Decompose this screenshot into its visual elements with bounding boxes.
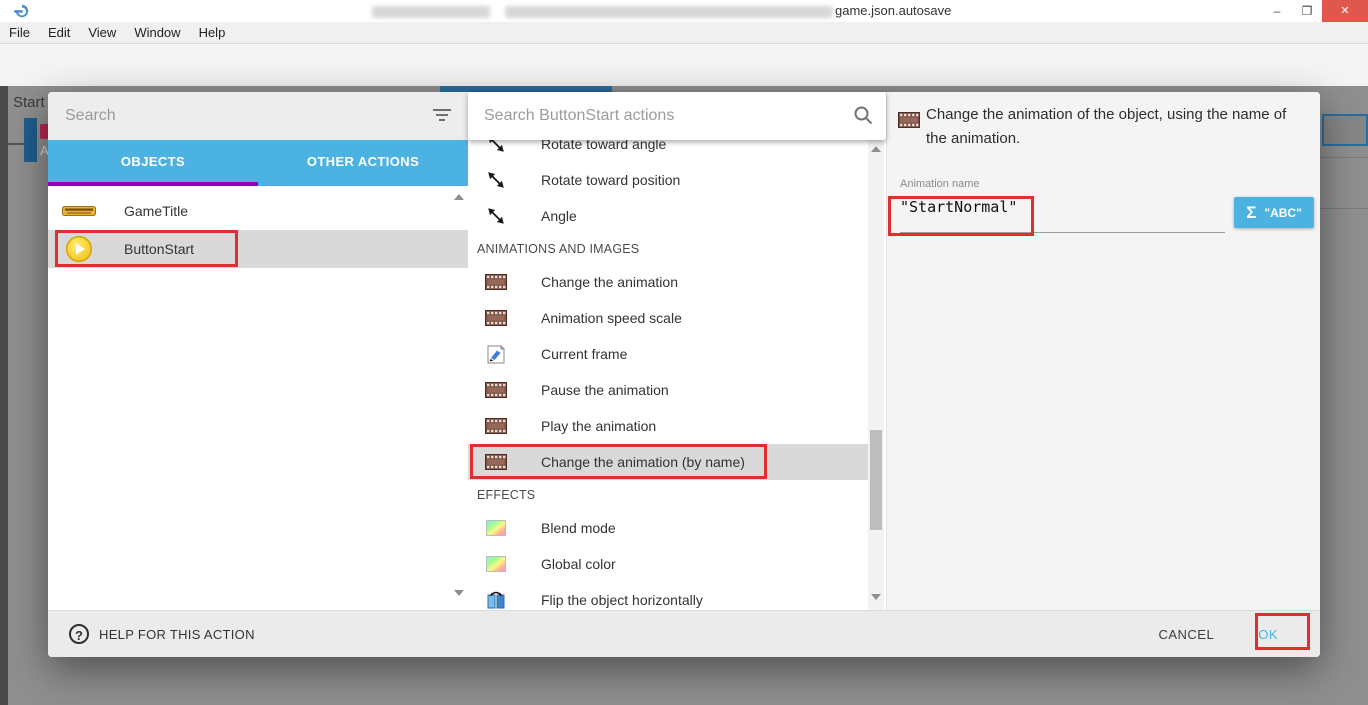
action-label: Blend mode <box>541 520 616 536</box>
action-section-header: EFFECTS <box>468 480 868 510</box>
rotate-arrow-icon <box>483 205 509 227</box>
menu-bar: File Edit View Window Help <box>0 22 1368 44</box>
action-editor-dialog: OBJECTS OTHER ACTIONS GameTitle ButtonSt… <box>48 92 1320 657</box>
animation-name-label: Animation name <box>900 178 980 190</box>
restore-button[interactable]: ❐ <box>1292 0 1322 22</box>
application-window: game.json.autosave – ❐ ✕ File Edit View … <box>0 0 1368 705</box>
object-list-item[interactable]: GameTitle <box>48 192 468 230</box>
section-label: ANIMATIONS AND IMAGES <box>477 242 639 256</box>
main-toolbar <box>0 44 1368 86</box>
title-bar: game.json.autosave – ❐ ✕ <box>0 0 1368 22</box>
action-list-item[interactable]: Blend mode <box>468 510 868 546</box>
action-label: Rotate toward position <box>541 172 680 188</box>
action-list-item[interactable]: Current frame <box>468 336 868 372</box>
action-list-item[interactable]: Play the animation <box>468 408 868 444</box>
close-button[interactable]: ✕ <box>1322 0 1368 22</box>
window-title: game.json.autosave <box>835 3 951 18</box>
redacted-title-text <box>505 6 833 18</box>
tab-objects[interactable]: OBJECTS <box>48 140 258 186</box>
actions-scroll-up-button[interactable] <box>871 146 881 152</box>
animation-name-field[interactable] <box>900 194 1200 220</box>
action-list-item[interactable]: Change the animation <box>468 264 868 300</box>
gdevelop-logo-icon <box>13 3 31 19</box>
filmstrip-icon <box>483 382 509 398</box>
gametitle-thumb <box>62 204 96 218</box>
action-section-header: ANIMATIONS AND IMAGES <box>468 234 868 264</box>
filmstrip-icon <box>898 112 920 133</box>
flip-horizontal-icon <box>483 591 509 609</box>
actions-scroll-down-button[interactable] <box>871 594 881 600</box>
buttonstart-thumb <box>62 235 96 263</box>
sigma-icon: Σ <box>1246 203 1256 223</box>
filmstrip-icon <box>483 418 509 434</box>
blend-mode-icon <box>483 556 509 572</box>
action-detail-panel: Change the animation of the object, usin… <box>886 92 1320 610</box>
filter-icon[interactable] <box>432 106 452 124</box>
rotate-arrow-icon <box>483 169 509 191</box>
cancel-button[interactable]: CANCEL <box>1158 627 1214 642</box>
background-event-line <box>8 143 24 145</box>
action-list-item[interactable]: Global color <box>468 546 868 582</box>
action-label: Current frame <box>541 346 627 362</box>
object-name: GameTitle <box>124 203 188 219</box>
action-list-item[interactable]: Change the animation (by name) <box>468 444 868 480</box>
dialog-footer: ? HELP FOR THIS ACTION CANCEL OK <box>48 610 1320 657</box>
section-label: EFFECTS <box>477 488 535 502</box>
object-list-item[interactable]: ButtonStart <box>48 230 468 268</box>
filmstrip-icon <box>483 310 509 326</box>
action-label: Angle <box>541 208 577 224</box>
menu-edit[interactable]: Edit <box>39 22 79 43</box>
tab-other-actions[interactable]: OTHER ACTIONS <box>258 140 468 186</box>
minimize-button[interactable]: – <box>1262 0 1292 22</box>
objects-tab-bar: OBJECTS OTHER ACTIONS <box>48 140 468 186</box>
action-label: Play the animation <box>541 418 656 434</box>
actions-scrollbar[interactable] <box>868 92 884 610</box>
background-tab-label: Start P <box>13 94 48 111</box>
objects-scroll-down-button[interactable] <box>454 590 464 596</box>
action-label: Animation speed scale <box>541 310 682 326</box>
filmstrip-icon <box>483 274 509 290</box>
action-label: Global color <box>541 556 616 572</box>
field-underline <box>900 232 1225 233</box>
background-divider <box>1320 157 1368 158</box>
background-text-field <box>1322 114 1368 146</box>
menu-view[interactable]: View <box>79 22 125 43</box>
action-list-item[interactable]: Rotate toward position <box>468 162 868 198</box>
object-list: GameTitle ButtonStart <box>48 186 468 610</box>
search-icon[interactable] <box>853 105 873 125</box>
objects-search-bar <box>48 92 468 140</box>
action-description: Change the animation of the object, usin… <box>926 103 1298 151</box>
action-label: Change the animation (by name) <box>541 454 745 470</box>
action-label: Flip the object horizontally <box>541 592 703 608</box>
filmstrip-icon <box>483 454 509 470</box>
action-label: Change the animation <box>541 274 678 290</box>
action-label: Pause the animation <box>541 382 669 398</box>
action-list-item[interactable]: Angle <box>468 198 868 234</box>
expression-builder-label: "ABC" <box>1264 206 1301 220</box>
background-panel-edge <box>0 86 8 705</box>
actions-scrollbar-thumb[interactable] <box>870 430 882 530</box>
help-button-label: HELP FOR THIS ACTION <box>99 627 255 642</box>
background-divider <box>1320 208 1368 209</box>
menu-file[interactable]: File <box>0 22 39 43</box>
objects-search-input[interactable] <box>65 104 365 128</box>
menu-help[interactable]: Help <box>190 22 235 43</box>
actions-search-input[interactable] <box>484 104 814 128</box>
expression-builder-button[interactable]: Σ "ABC" <box>1234 197 1314 228</box>
menu-window[interactable]: Window <box>125 22 189 43</box>
actions-list: Rotate toward angle Rotate toward positi… <box>468 92 868 610</box>
objects-scroll-up-button[interactable] <box>454 194 464 200</box>
current-frame-icon <box>483 345 509 364</box>
redacted-title-text <box>372 6 490 18</box>
object-name: ButtonStart <box>124 241 194 257</box>
help-button[interactable]: ? HELP FOR THIS ACTION <box>69 624 255 644</box>
background-event-bar <box>24 118 37 162</box>
action-list-item[interactable]: Animation speed scale <box>468 300 868 336</box>
action-list-item[interactable]: Flip the object horizontally <box>468 582 868 610</box>
actions-search-bar <box>468 92 886 140</box>
action-list-item[interactable]: Pause the animation <box>468 372 868 408</box>
blend-mode-icon <box>483 520 509 536</box>
question-mark-icon: ? <box>69 624 89 644</box>
ok-button[interactable]: OK <box>1258 627 1278 642</box>
